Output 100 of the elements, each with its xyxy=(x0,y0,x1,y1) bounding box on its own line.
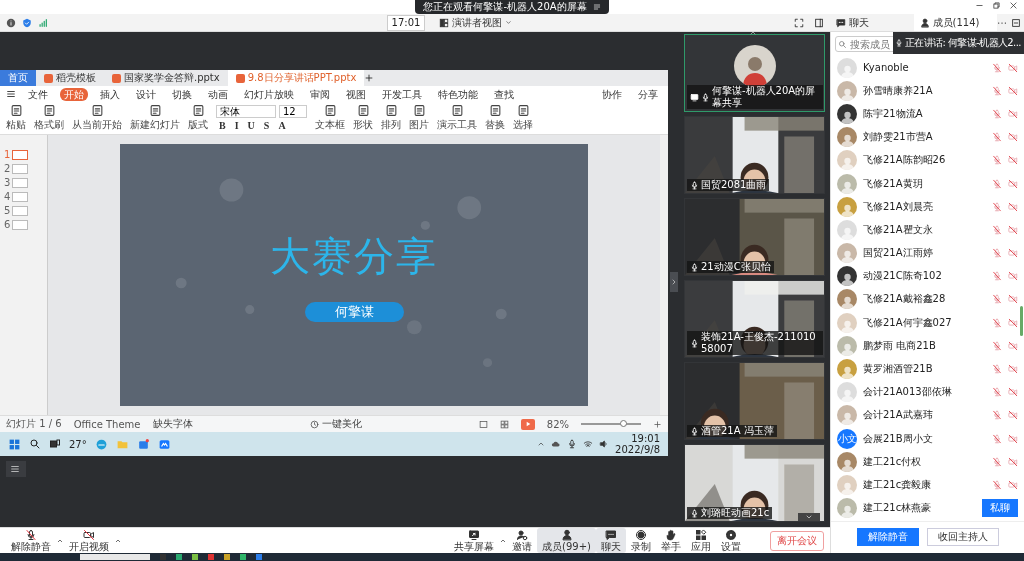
document-icon[interactable] xyxy=(412,104,426,117)
microphone-muted-icon[interactable] xyxy=(992,410,1002,421)
camera-off-icon[interactable] xyxy=(1008,364,1018,375)
ribbon-button[interactable]: 演示工具 xyxy=(437,104,477,132)
weather-widget[interactable]: 27° xyxy=(69,438,87,450)
format-button[interactable]: A xyxy=(275,120,289,131)
menu-tab[interactable]: 视图 xyxy=(342,87,370,101)
shield-icon[interactable] xyxy=(22,17,32,28)
format-button[interactable]: B xyxy=(216,120,229,131)
camera-off-icon[interactable] xyxy=(1008,294,1018,305)
store-icon[interactable] xyxy=(136,437,150,451)
missing-fonts-button[interactable]: 缺失字体 xyxy=(152,417,193,431)
microphone-muted-icon[interactable] xyxy=(992,317,1002,328)
video-tile[interactable]: 何擎谋-机器人20A的屏幕共享 xyxy=(684,34,825,112)
reclaim-host-button[interactable]: 收回主持人 xyxy=(926,528,999,546)
search-field[interactable] xyxy=(80,554,150,560)
ribbon-button[interactable]: 新建幻灯片 xyxy=(130,104,180,132)
cloud-icon[interactable] xyxy=(551,439,562,449)
camera-off-icon[interactable] xyxy=(1008,108,1018,119)
slide-thumbnail[interactable]: 2 xyxy=(4,163,47,174)
video-tile[interactable]: 21动漫C张贝怡 xyxy=(684,198,825,276)
sorter-view-icon[interactable] xyxy=(499,419,509,429)
task-view-icon[interactable] xyxy=(49,438,61,450)
camera-off-icon[interactable] xyxy=(1008,317,1018,328)
toolbar-button[interactable]: 开启视频 xyxy=(64,528,114,553)
fullscreen-icon[interactable] xyxy=(794,17,804,28)
format-button[interactable]: S xyxy=(260,120,273,131)
document-icon[interactable] xyxy=(9,104,23,117)
toolbar-button[interactable]: 成员(99+) xyxy=(537,528,596,553)
toolbar-button[interactable]: 解除静音 xyxy=(6,528,56,553)
microphone-muted-icon[interactable] xyxy=(992,271,1002,282)
microphone-muted-icon[interactable] xyxy=(992,387,1002,398)
menu-tab[interactable]: 开发工具 xyxy=(378,87,426,101)
document-tab[interactable]: 稻壳模板 xyxy=(36,70,104,86)
ribbon-button[interactable]: 粘贴 xyxy=(6,104,26,132)
windows-start-icon[interactable] xyxy=(8,437,21,451)
video-tile[interactable]: 刘璐旺动画21c xyxy=(684,444,825,522)
ribbon-button[interactable]: 从当前开始 xyxy=(72,104,122,132)
camera-off-icon[interactable] xyxy=(1008,248,1018,259)
ribbon-button[interactable]: 图片 xyxy=(409,104,429,132)
play-button[interactable] xyxy=(520,418,535,430)
private-chat-button[interactable]: 私聊 xyxy=(982,499,1018,518)
microphone-muted-icon[interactable] xyxy=(992,155,1002,166)
toolbar-button[interactable]: 邀请 xyxy=(507,528,538,553)
microphone-muted-icon[interactable] xyxy=(992,456,1002,467)
menu-tab[interactable]: 切换 xyxy=(168,87,196,101)
menu-icon[interactable] xyxy=(6,89,16,99)
network-icon[interactable] xyxy=(583,439,594,449)
meeting-app-icon[interactable] xyxy=(157,437,171,451)
view-mode-button[interactable]: 演讲者视图 xyxy=(433,14,784,31)
leave-meeting-button[interactable]: 离开会议 xyxy=(770,530,824,551)
document-icon[interactable] xyxy=(516,104,530,117)
menu-tab[interactable]: 设计 xyxy=(132,87,160,101)
document-icon[interactable] xyxy=(450,104,464,117)
format-button[interactable]: U xyxy=(244,120,258,131)
font-size-field[interactable]: 12 xyxy=(279,105,307,118)
toolbar-button[interactable]: 设置 xyxy=(716,528,746,553)
microphone-muted-icon[interactable] xyxy=(992,224,1002,235)
video-tile[interactable]: 酒管21A 冯玉萍 xyxy=(684,362,825,440)
toolbar-button[interactable]: 录制 xyxy=(626,528,656,553)
camera-off-icon[interactable] xyxy=(1008,340,1018,351)
camera-off-icon[interactable] xyxy=(1008,178,1018,189)
document-tab[interactable]: 首页 xyxy=(0,70,36,86)
ribbon-button[interactable]: 版式 xyxy=(188,104,208,132)
slide-thumbnail[interactable]: 3 xyxy=(4,177,47,188)
microphone-muted-icon[interactable] xyxy=(992,108,1002,119)
microphone-muted-icon[interactable] xyxy=(992,62,1002,73)
scrollbar[interactable] xyxy=(1020,306,1023,336)
plus-icon[interactable] xyxy=(653,419,662,429)
camera-off-icon[interactable] xyxy=(1008,479,1018,490)
document-icon[interactable] xyxy=(42,104,56,117)
scroll-down-button[interactable] xyxy=(798,513,820,521)
ribbon-button[interactable]: 排列 xyxy=(381,104,401,132)
format-button[interactable]: I xyxy=(231,120,242,131)
document-icon[interactable] xyxy=(323,104,337,117)
microphone-muted-icon[interactable] xyxy=(992,364,1002,375)
speaker-icon[interactable] xyxy=(599,439,610,449)
document-icon[interactable] xyxy=(488,104,502,117)
camera-off-icon[interactable] xyxy=(1008,224,1018,235)
camera-off-icon[interactable] xyxy=(1008,271,1018,282)
ribbon-button[interactable]: 选择 xyxy=(513,104,533,132)
slide-thumbnail[interactable]: 5 xyxy=(4,205,47,216)
camera-off-icon[interactable] xyxy=(1008,155,1018,166)
ribbon-button[interactable]: 格式刷 xyxy=(34,104,64,132)
ribbon-button[interactable]: 替换 xyxy=(485,104,505,132)
document-tab[interactable]: 国家奖学金答辩.pptx xyxy=(104,70,228,86)
caret-icon[interactable] xyxy=(748,29,758,37)
menu-tab[interactable]: 动画 xyxy=(204,87,232,101)
panel-tab[interactable]: 成员(114) xyxy=(913,14,997,31)
normal-view-icon[interactable] xyxy=(478,419,488,429)
document-icon[interactable] xyxy=(356,104,370,117)
menu-tab[interactable]: 特色功能 xyxy=(434,87,482,101)
menu-tab[interactable]: 审阅 xyxy=(306,87,334,101)
microphone-muted-icon[interactable] xyxy=(992,433,1002,444)
menu-tab[interactable]: 幻灯片放映 xyxy=(240,87,298,101)
microphone-muted-icon[interactable] xyxy=(992,85,1002,96)
microphone-muted-icon[interactable] xyxy=(992,340,1002,351)
menu-tab[interactable]: 查找 xyxy=(490,87,518,101)
video-tile[interactable]: 装饰21A-王俊杰-21101058007 xyxy=(684,280,825,358)
toolbar-button[interactable]: 举手 xyxy=(656,528,686,553)
